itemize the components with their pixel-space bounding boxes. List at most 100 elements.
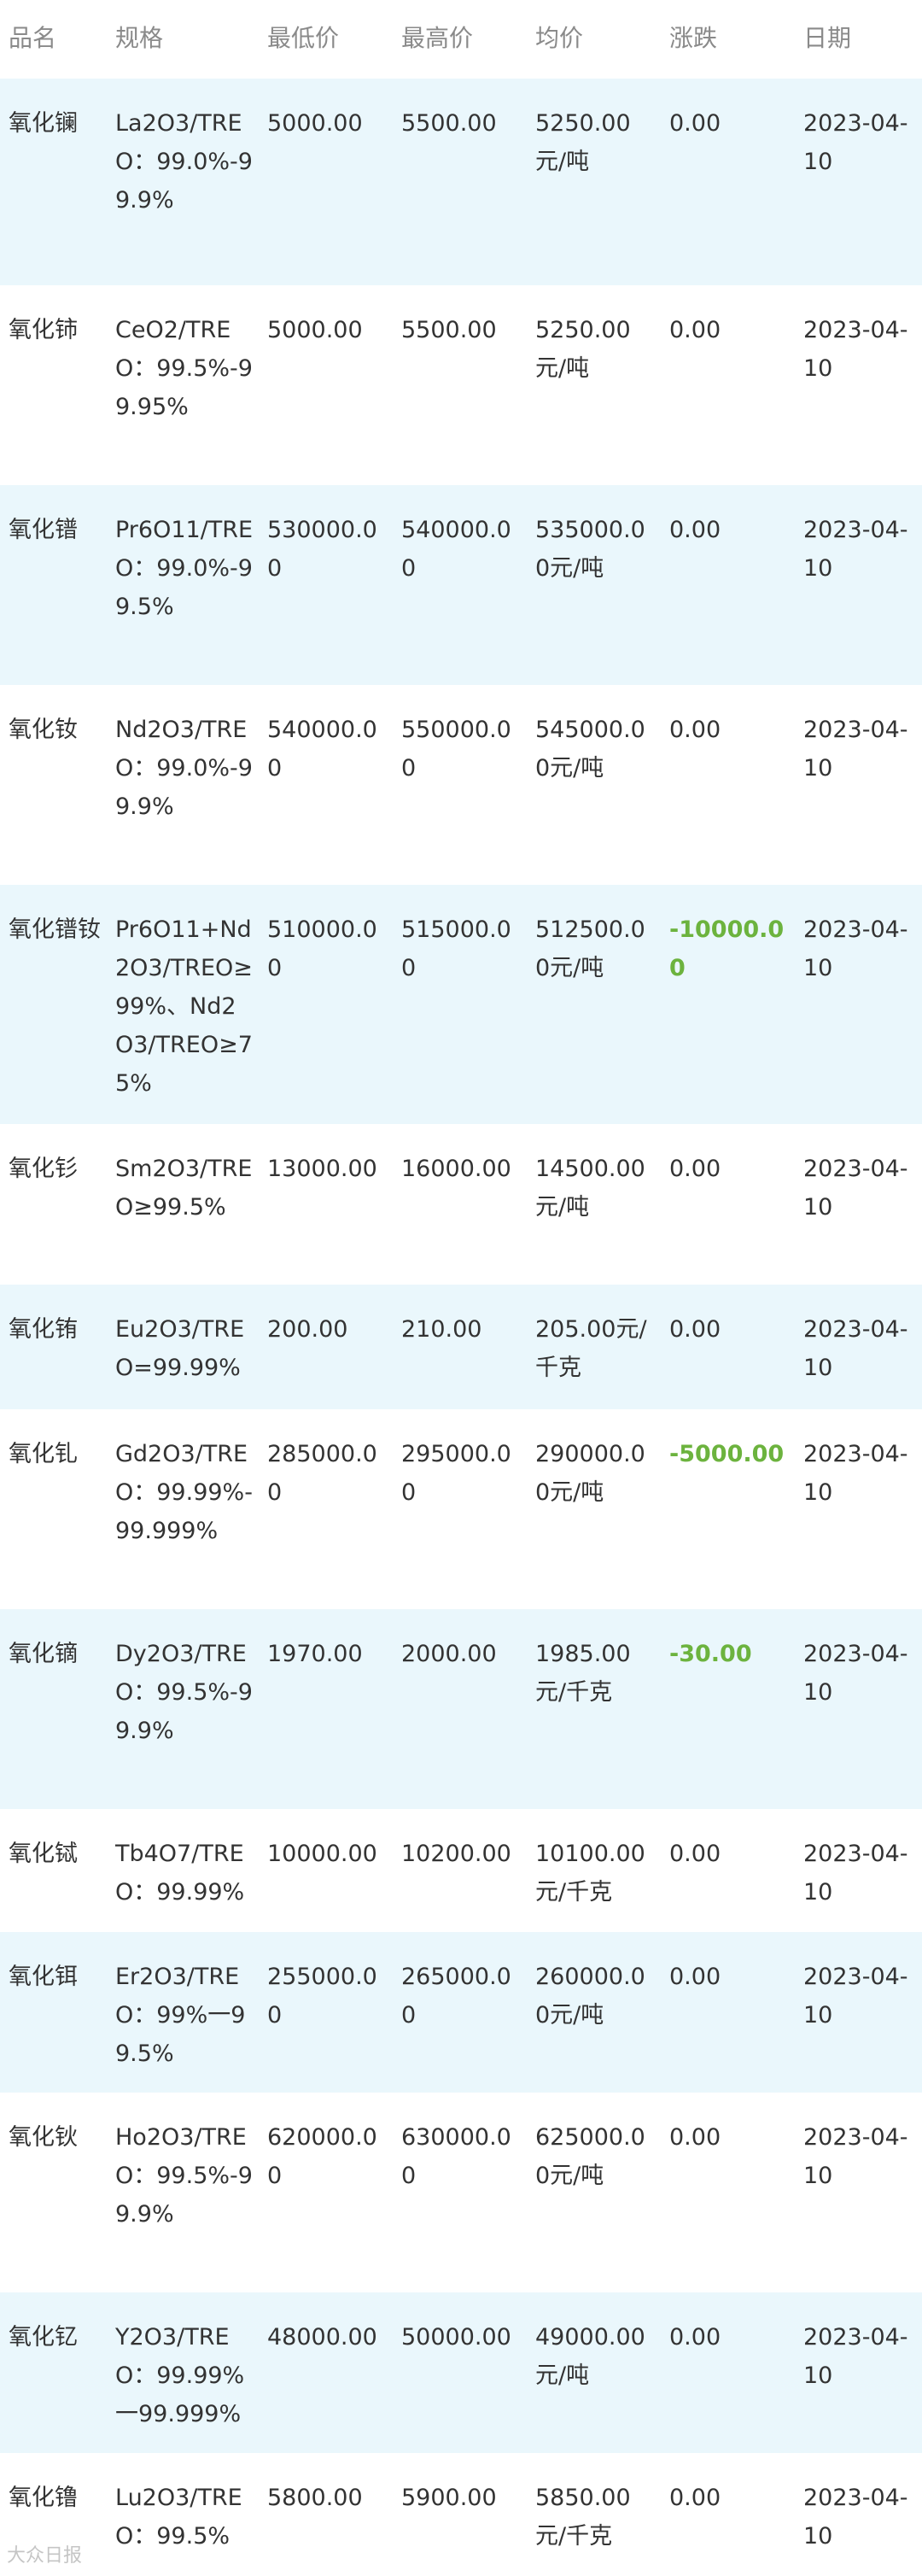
cell-low-price: 200.00	[267, 1316, 348, 1343]
cell-change: 0.00	[669, 2324, 721, 2351]
cell-high-price: 630000.00	[401, 2124, 511, 2189]
cell-low-price: 255000.00	[267, 1964, 377, 2029]
cell-spec: Pr6O11+Nd2O3/TREO≥99%、Nd2O3/TREO≥75%	[115, 916, 253, 1097]
cell-high-price: 5500.00	[401, 317, 497, 343]
cell-spec: Gd2O3/TREO：99.99%-99.999%	[115, 1441, 253, 1544]
cell-name: 氧化镝	[9, 1641, 78, 1667]
cell-low-price: 10000.00	[267, 1841, 377, 1867]
cell-high-price: 10200.00	[401, 1841, 511, 1867]
cell-name: 氧化镧	[9, 110, 78, 137]
cell-date: 2023-04-10	[803, 1964, 908, 2029]
cell-date: 2023-04-10	[803, 1316, 908, 1381]
cell-avg-price: 5850.00元/千克	[535, 2485, 631, 2550]
cell-change: 0.00	[669, 2124, 721, 2151]
cell-date: 2023-04-10	[803, 1641, 908, 1706]
cell-spec: Y2O3/TREO：99.99%一99.999%	[115, 2324, 245, 2427]
cell-avg-price: 545000.00元/吨	[535, 717, 645, 782]
cell-date: 2023-04-10	[803, 717, 908, 782]
cell-low-price: 1970.00	[267, 1641, 363, 1667]
header-high-price: 最高价	[401, 24, 474, 52]
cell-date: 2023-04-10	[803, 1441, 908, 1506]
cell-change: -10000.00	[669, 916, 785, 981]
cell-name: 氧化铒	[9, 1964, 78, 1990]
cell-high-price: 515000.00	[401, 916, 511, 981]
cell-change: 0.00	[669, 1964, 721, 1990]
cell-date: 2023-04-10	[803, 2124, 908, 2189]
cell-spec: Pr6O11/TREO：99.0%-99.5%	[115, 517, 254, 620]
cell-spec: Tb4O7/TREO：99.99%	[115, 1841, 245, 1906]
cell-spec: Dy2O3/TREO：99.5%-99.9%	[115, 1641, 253, 1744]
table-row: 氧化铽 Tb4O7/TREO：99.99% 10000.00 10200.00 …	[0, 1809, 922, 1932]
table-header-row: 品名 规格 最低价 最高价 均价 涨跌 日期	[0, 0, 922, 79]
cell-avg-price: 10100.00元/千克	[535, 1841, 645, 1906]
cell-change: 0.00	[669, 717, 721, 743]
cell-avg-price: 1985.00元/千克	[535, 1641, 631, 1706]
cell-low-price: 5000.00	[267, 110, 363, 137]
header-low-price: 最低价	[267, 24, 340, 52]
cell-name: 氧化镨	[9, 517, 78, 543]
cell-change: 0.00	[669, 1316, 721, 1343]
cell-spec: Nd2O3/TREO：99.0%-99.9%	[115, 717, 253, 820]
cell-low-price: 5000.00	[267, 317, 363, 343]
cell-avg-price: 512500.00元/吨	[535, 916, 645, 981]
cell-high-price: 265000.00	[401, 1964, 511, 2029]
table-row: 氧化钇 Y2O3/TREO：99.99%一99.999% 48000.00 50…	[0, 2292, 922, 2453]
cell-avg-price: 290000.00元/吨	[535, 1441, 645, 1506]
table-row: 氧化镨钕 Pr6O11+Nd2O3/TREO≥99%、Nd2O3/TREO≥75…	[0, 885, 922, 1124]
cell-avg-price: 5250.00元/吨	[535, 110, 631, 175]
watermark: 大众日报	[7, 2545, 83, 2567]
price-table: 品名 规格 最低价 最高价 均价 涨跌 日期 氧化镧 La2O3/TREO：99…	[0, 0, 922, 2573]
cell-name: 氧化钬	[9, 2124, 78, 2151]
cell-spec: Ho2O3/TREO：99.5%-99.9%	[115, 2124, 253, 2228]
cell-change: 0.00	[669, 517, 721, 543]
cell-spec: Lu2O3/TREO：99.5%	[115, 2485, 242, 2550]
cell-spec: Sm2O3/TREO≥99.5%	[115, 1156, 253, 1221]
table-row: 氧化钬 Ho2O3/TREO：99.5%-99.9% 620000.00 630…	[0, 2093, 922, 2292]
cell-high-price: 5900.00	[401, 2485, 497, 2511]
cell-high-price: 210.00	[401, 1316, 482, 1343]
table-row: 氧化铈 CeO2/TREO：99.5%-99.95% 5000.00 5500.…	[0, 285, 922, 485]
table-row: 氧化镥 Lu2O3/TREO：99.5% 5800.00 5900.00 585…	[0, 2453, 922, 2573]
table-row: 氧化钆 Gd2O3/TREO：99.99%-99.999% 285000.00 …	[0, 1409, 922, 1609]
table-row: 氧化钐 Sm2O3/TREO≥99.5% 13000.00 16000.00 1…	[0, 1124, 922, 1285]
cell-name: 氧化铈	[9, 317, 78, 343]
cell-high-price: 295000.00	[401, 1441, 511, 1506]
cell-high-price: 16000.00	[401, 1156, 511, 1182]
cell-change: 0.00	[669, 2485, 721, 2511]
cell-high-price: 2000.00	[401, 1641, 497, 1667]
cell-name: 氧化铽	[9, 1841, 78, 1867]
table-row: 氧化镧 La2O3/TREO：99.0%-99.9% 5000.00 5500.…	[0, 79, 922, 285]
cell-date: 2023-04-10	[803, 1156, 908, 1221]
cell-avg-price: 625000.00元/吨	[535, 2124, 645, 2189]
cell-name: 氧化钕	[9, 717, 78, 743]
header-avg-price: 均价	[535, 24, 584, 52]
cell-change: 0.00	[669, 1841, 721, 1867]
cell-date: 2023-04-10	[803, 1841, 908, 1906]
header-change: 涨跌	[669, 24, 718, 52]
cell-spec: CeO2/TREO：99.5%-99.95%	[115, 317, 253, 420]
cell-name: 氧化钐	[9, 1156, 78, 1182]
cell-low-price: 5800.00	[267, 2485, 363, 2511]
cell-spec: Eu2O3/TREO=99.99%	[115, 1316, 245, 1381]
cell-name: 氧化钇	[9, 2324, 78, 2351]
cell-low-price: 285000.00	[267, 1441, 377, 1506]
cell-low-price: 13000.00	[267, 1156, 377, 1182]
cell-avg-price: 260000.00元/吨	[535, 1964, 645, 2029]
header-spec: 规格	[115, 24, 164, 52]
cell-date: 2023-04-10	[803, 2324, 908, 2389]
cell-low-price: 510000.00	[267, 916, 377, 981]
cell-low-price: 530000.00	[267, 517, 377, 582]
cell-high-price: 550000.00	[401, 717, 511, 782]
cell-name: 氧化钆	[9, 1441, 78, 1467]
cell-avg-price: 205.00元/千克	[535, 1316, 647, 1381]
cell-name: 氧化镨钕	[9, 916, 101, 943]
cell-date: 2023-04-10	[803, 916, 908, 981]
table-row: 氧化镝 Dy2O3/TREO：99.5%-99.9% 1970.00 2000.…	[0, 1609, 922, 1809]
cell-high-price: 540000.00	[401, 517, 511, 582]
cell-change: 0.00	[669, 317, 721, 343]
cell-change: -5000.00	[669, 1441, 785, 1467]
table-row: 氧化镨 Pr6O11/TREO：99.0%-99.5% 530000.00 54…	[0, 485, 922, 685]
cell-low-price: 540000.00	[267, 717, 377, 782]
cell-change: 0.00	[669, 110, 721, 137]
cell-high-price: 50000.00	[401, 2324, 511, 2351]
